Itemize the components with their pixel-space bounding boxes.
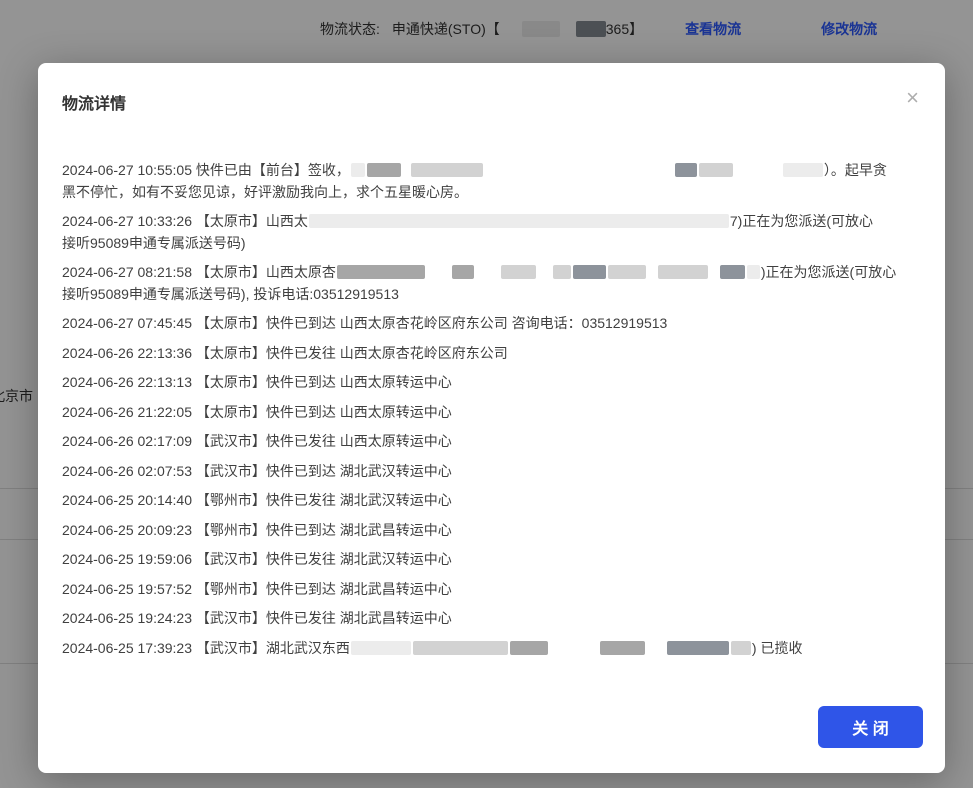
redacted-text: [600, 641, 645, 655]
tracking-entry: 2024-06-26 02:07:53 【武汉市】快件已到达 湖北武汉转运中心: [62, 461, 927, 483]
spacer: [484, 174, 674, 175]
tracking-text: 2024-06-26 22:13:13 【太原市】快件已到达 山西太原转运中心: [62, 374, 452, 390]
redacted-text: [309, 214, 729, 228]
spacer: [402, 174, 410, 175]
tracking-text: 黑不停忙，如有不妥您见谅，好评激励我向上，求个五星暖心房。: [62, 184, 468, 200]
redacted-text: [675, 163, 697, 177]
tracking-text: 2024-06-27 08:21:58 【太原市】山西太原杏: [62, 264, 336, 280]
tracking-entry: 2024-06-25 19:24:23 【武汉市】快件已发往 湖北武昌转运中心: [62, 608, 927, 630]
tracking-text: )正在为您派送(可放心: [761, 264, 896, 280]
tracking-text: 2024-06-25 19:59:06 【武汉市】快件已发往 湖北武汉转运中心: [62, 551, 452, 567]
tracking-text: 2024-06-27 10:55:05 快件已由【前台】签收，: [62, 162, 350, 178]
redacted-text: [413, 641, 508, 655]
tracking-text: 2024-06-26 02:17:09 【武汉市】快件已发往 山西太原转运中心: [62, 433, 452, 449]
tracking-text: 2024-06-25 19:57:52 【鄂州市】快件已到达 湖北武昌转运中心: [62, 581, 452, 597]
tracking-text: 7)正在为您派送(可放心: [730, 213, 873, 229]
modal-title: 物流详情: [62, 90, 126, 114]
tracking-entry: 2024-06-26 02:17:09 【武汉市】快件已发往 山西太原转运中心: [62, 431, 927, 453]
tracking-entry: 2024-06-26 22:13:13 【太原市】快件已到达 山西太原转运中心: [62, 372, 927, 394]
tracking-text: ）。起早贪: [824, 162, 887, 178]
redacted-text: [501, 265, 536, 279]
tracking-text: 2024-06-27 07:45:45 【太原市】快件已到达 山西太原杏花岭区府…: [62, 315, 667, 331]
redacted-text: [699, 163, 733, 177]
redacted-text: [720, 265, 745, 279]
tracking-entry: 2024-06-25 19:59:06 【武汉市】快件已发往 湖北武汉转运中心: [62, 549, 927, 571]
spacer: [537, 276, 552, 277]
tracking-entry: 2024-06-27 07:45:45 【太原市】快件已到达 山西太原杏花岭区府…: [62, 313, 927, 335]
redacted-text: [783, 163, 823, 177]
close-icon[interactable]: ×: [902, 83, 923, 113]
tracking-text: 2024-06-25 20:14:40 【鄂州市】快件已发往 湖北武汉转运中心: [62, 492, 452, 508]
redacted-text: [351, 641, 411, 655]
tracking-entry: 2024-06-26 22:13:36 【太原市】快件已发往 山西太原杏花岭区府…: [62, 343, 927, 365]
close-button[interactable]: 关 闭: [818, 706, 923, 748]
tracking-text: 2024-06-25 17:39:23 【武汉市】湖北武汉东西: [62, 640, 350, 656]
spacer: [646, 652, 666, 653]
tracking-text: 2024-06-25 19:24:23 【武汉市】快件已发往 湖北武昌转运中心: [62, 610, 452, 626]
redacted-text: [553, 265, 571, 279]
tracking-entry: 2024-06-25 20:09:23 【鄂州市】快件已到达 湖北武昌转运中心: [62, 520, 927, 542]
redacted-text: [573, 265, 606, 279]
redacted-text: [608, 265, 646, 279]
tracking-entry: 2024-06-25 20:14:40 【鄂州市】快件已发往 湖北武汉转运中心: [62, 490, 927, 512]
spacer: [549, 652, 599, 653]
page: 物流状态: 申通快递(STO)【 365】 查看物流 修改物流 北京市 物流详情…: [0, 0, 973, 788]
redacted-text: [411, 163, 483, 177]
tracking-entry: 2024-06-27 08:21:58 【太原市】山西太原杏 )正在为您派送(可放…: [62, 262, 927, 305]
spacer: [475, 276, 500, 277]
spacer: [426, 276, 451, 277]
spacer: [647, 276, 657, 277]
spacer: [709, 276, 719, 277]
tracking-list: 2024-06-27 10:55:05 快件已由【前台】签收， ）。起早贪黑不停忙…: [62, 160, 927, 683]
tracking-text: 接听95089申通专属派送号码), 投诉电话:03512919513: [62, 286, 399, 302]
tracking-text: 2024-06-26 21:22:05 【太原市】快件已到达 山西太原转运中心: [62, 404, 452, 420]
tracking-entry: 2024-06-27 10:55:05 快件已由【前台】签收， ）。起早贪黑不停忙…: [62, 160, 927, 203]
spacer: [734, 174, 782, 175]
redacted-text: [510, 641, 548, 655]
tracking-entry: 2024-06-25 19:57:52 【鄂州市】快件已到达 湖北武昌转运中心: [62, 579, 927, 601]
tracking-text: 2024-06-25 20:09:23 【鄂州市】快件已到达 湖北武昌转运中心: [62, 522, 452, 538]
tracking-text: 2024-06-26 22:13:36 【太原市】快件已发往 山西太原杏花岭区府…: [62, 345, 508, 361]
redacted-text: [337, 265, 425, 279]
redacted-text: [351, 163, 365, 177]
redacted-text: [452, 265, 474, 279]
tracking-entry: 2024-06-25 17:39:23 【武汉市】湖北武汉东西 ) 已揽收: [62, 638, 927, 660]
tracking-text: 2024-06-27 10:33:26 【太原市】山西太: [62, 213, 308, 229]
logistics-detail-modal: 物流详情 × 2024-06-27 10:55:05 快件已由【前台】签收， ）。…: [38, 63, 945, 773]
tracking-text: ) 已揽收: [752, 640, 803, 656]
tracking-entry: 2024-06-27 10:33:26 【太原市】山西太 7)正在为您派送(可放心…: [62, 211, 927, 254]
redacted-text: [367, 163, 401, 177]
tracking-entry: 2024-06-26 21:22:05 【太原市】快件已到达 山西太原转运中心: [62, 402, 927, 424]
tracking-text: 接听95089申通专属派送号码): [62, 235, 246, 251]
redacted-text: [731, 641, 751, 655]
redacted-text: [658, 265, 708, 279]
redacted-text: [747, 265, 760, 279]
redacted-text: [667, 641, 729, 655]
tracking-text: 2024-06-26 02:07:53 【武汉市】快件已到达 湖北武汉转运中心: [62, 463, 452, 479]
